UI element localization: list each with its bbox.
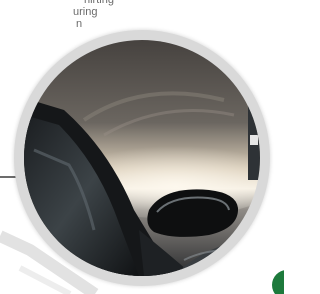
photo-frame bbox=[14, 30, 270, 286]
page: hirting uring n bbox=[0, 0, 284, 294]
car-mirror-photo bbox=[24, 40, 260, 276]
car-side-mirror-image bbox=[24, 40, 260, 276]
